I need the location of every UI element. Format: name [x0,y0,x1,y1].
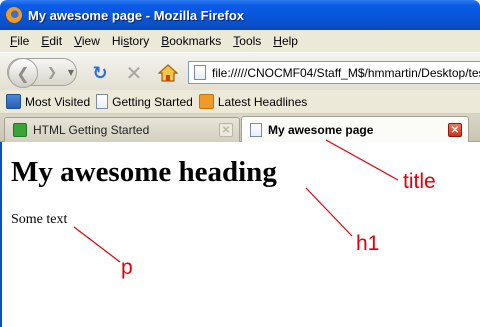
site-favicon-icon [13,123,27,137]
menu-history[interactable]: History [106,34,155,48]
bookmark-label: Latest Headlines [217,94,308,109]
page-icon [250,123,262,137]
rss-feed-icon [198,94,214,109]
stop-icon: ✕ [125,61,143,85]
dropdown-arrow-icon: ▼ [67,67,75,77]
menu-edit[interactable]: Edit [35,34,68,48]
back-arrow-icon: ❮ [16,63,30,83]
home-icon [158,64,178,82]
window-title-bar[interactable]: My awesome page - Mozilla Firefox [0,0,480,30]
forward-arrow-icon: ❯ [46,65,58,79]
menu-bar: File Edit View History Bookmarks Tools H… [0,30,480,52]
window-title: My awesome page - Mozilla Firefox [28,7,244,23]
page-icon [96,94,109,109]
bookmarks-toolbar: Most Visited Getting Started Latest Head… [0,90,480,114]
tab-my-awesome-page[interactable]: My awesome page ✕ [241,116,469,143]
page-paragraph: Some text [11,212,68,227]
url-text: file://///CNOCMF04/Staff_M$/hmmartin/Des… [212,65,480,80]
bookmark-most-visited[interactable]: Most Visited [6,94,90,109]
annotation-h1-label: h1 [356,232,380,255]
history-dropdown-button[interactable]: ▼ [66,65,76,79]
menu-tools[interactable]: Tools [227,34,267,48]
address-bar[interactable]: file://///CNOCMF04/Staff_M$/hmmartin/Des… [188,61,480,84]
forward-button[interactable]: ❯ [44,64,60,80]
bookmark-latest-headlines[interactable]: Latest Headlines [198,94,308,109]
firefox-logo-icon [6,7,22,23]
back-forward-group: ❮ ❯ ▼ [7,58,77,88]
bookmark-label: Getting Started [112,94,193,109]
reload-icon: ↻ [92,62,108,84]
home-button[interactable] [157,62,179,84]
annotation-p-label: p [121,256,133,279]
tab-label: HTML Getting Started [33,123,150,137]
menu-file[interactable]: File [4,34,35,48]
tab-html-getting-started[interactable]: HTML Getting Started ✕ [4,117,240,142]
menu-bookmarks[interactable]: Bookmarks [155,34,227,48]
stop-button[interactable]: ✕ [123,61,145,85]
close-tab-icon[interactable]: ✕ [448,123,462,137]
most-visited-icon [6,94,21,109]
bookmark-getting-started[interactable]: Getting Started [96,94,193,109]
bookmark-label: Most Visited [25,94,91,109]
annotation-title-label: title [403,170,436,193]
navigation-toolbar: ❮ ❯ ▼ ↻ ✕ file://///CNOCMF04/Staff_M$/hm… [0,52,480,90]
back-button[interactable]: ❮ [8,58,38,88]
menu-view[interactable]: View [68,34,106,48]
close-tab-icon[interactable]: ✕ [219,123,233,137]
page-icon [194,65,206,80]
menu-help[interactable]: Help [267,34,304,48]
page-heading: My awesome heading [11,156,277,188]
reload-button[interactable]: ↻ [89,62,111,84]
tab-label: My awesome page [268,123,374,137]
tab-strip: HTML Getting Started ✕ My awesome page ✕ [0,114,480,143]
